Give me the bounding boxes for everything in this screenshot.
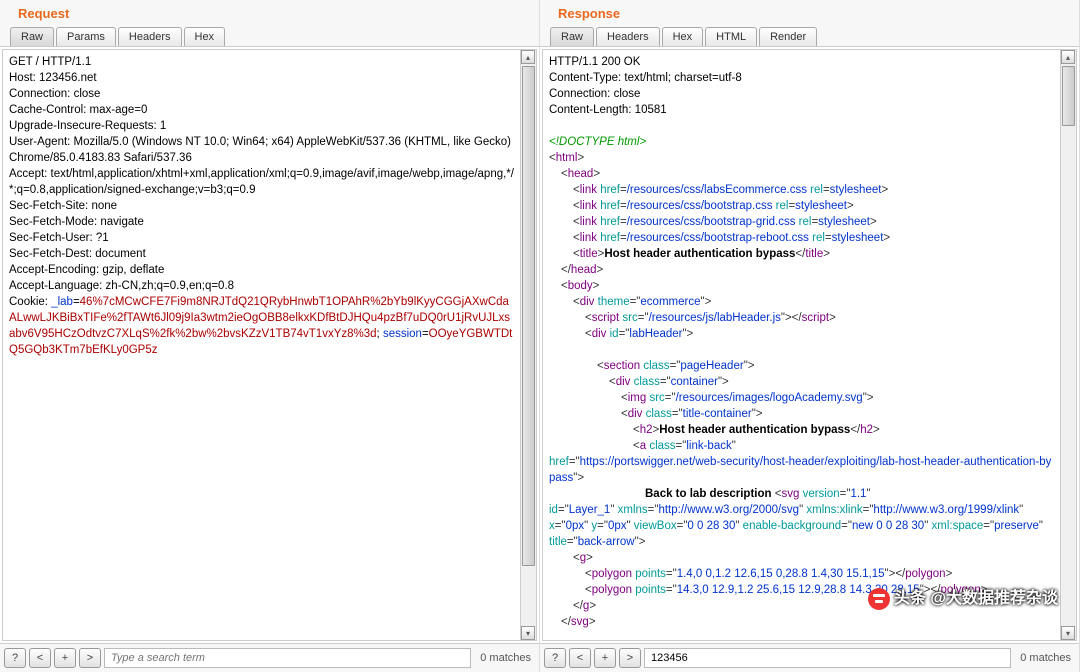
add-button[interactable]: + — [54, 648, 76, 668]
html-line: <section class="pageHeader"> — [549, 358, 1054, 374]
tab-render[interactable]: Render — [759, 27, 817, 46]
scroll-up-icon[interactable]: ▴ — [1061, 50, 1075, 64]
req-line: Cache-Control: max-age=0 — [9, 102, 514, 118]
html-line: href="https://portswigger.net/web-securi… — [549, 454, 1054, 486]
scroll-thumb[interactable] — [1062, 66, 1075, 126]
tab-headers[interactable]: Headers — [118, 27, 182, 46]
req-line: Sec-Fetch-User: ?1 — [9, 230, 514, 246]
next-button[interactable]: > — [619, 648, 641, 668]
scroll-thumb[interactable] — [522, 66, 535, 566]
prev-button[interactable]: < — [29, 648, 51, 668]
req-line: Host: 123456.net — [9, 70, 514, 86]
html-line: <div class="title-container"> — [549, 406, 1054, 422]
req-line: Sec-Fetch-Mode: navigate — [9, 214, 514, 230]
req-line: User-Agent: Mozilla/5.0 (Windows NT 10.0… — [9, 134, 514, 166]
help-button[interactable]: ? — [544, 648, 566, 668]
html-line: <link href=/resources/css/bootstrap.css … — [549, 198, 1054, 214]
req-line: Accept-Encoding: gzip, deflate — [9, 262, 514, 278]
request-title: Request — [0, 0, 539, 25]
html-line: x="0px" y="0px" viewBox="0 0 28 30" enab… — [549, 518, 1054, 534]
html-line: <div class="container"> — [549, 374, 1054, 390]
avatar-icon — [868, 588, 890, 610]
response-scrollbar[interactable]: ▴ ▾ — [1060, 50, 1076, 640]
tab-hex[interactable]: Hex — [662, 27, 704, 46]
response-tabs: Raw Headers Hex HTML Render — [540, 25, 1079, 47]
html-line: <!DOCTYPE html> — [549, 134, 1054, 150]
html-line: title="back-arrow"> — [549, 534, 1054, 550]
request-tabs: Raw Params Headers Hex — [0, 25, 539, 47]
tab-headers[interactable]: Headers — [596, 27, 660, 46]
response-panel: Response Raw Headers Hex HTML Render HTT… — [540, 0, 1080, 672]
tab-raw[interactable]: Raw — [10, 27, 54, 46]
match-count: 0 matches — [1014, 652, 1075, 664]
req-line: GET / HTTP/1.1 — [9, 54, 514, 70]
response-footer: ? < + > 0 matches — [540, 643, 1079, 672]
html-line: <h2>Host header authentication bypass</h… — [549, 422, 1054, 438]
html-line: <link href=/resources/css/bootstrap-rebo… — [549, 230, 1054, 246]
html-line: <g> — [549, 550, 1054, 566]
html-line: id="Layer_1" xmlns="http://www.w3.org/20… — [549, 502, 1054, 518]
resp-line: Content-Type: text/html; charset=utf-8 — [549, 70, 1054, 86]
req-line: Connection: close — [9, 86, 514, 102]
html-line: <div theme="ecommerce"> — [549, 294, 1054, 310]
resp-line: Connection: close — [549, 86, 1054, 102]
search-input[interactable] — [644, 648, 1011, 668]
request-body[interactable]: GET / HTTP/1.1 Host: 123456.net Connecti… — [3, 50, 520, 640]
match-count: 0 matches — [474, 652, 535, 664]
tab-params[interactable]: Params — [56, 27, 116, 46]
watermark: 头条 @大数据推荐杂谈 — [868, 584, 1058, 610]
tab-html[interactable]: HTML — [705, 27, 757, 46]
html-line: </svg> — [549, 614, 1054, 630]
resp-line: Content-Length: 10581 — [549, 102, 1054, 118]
html-line: <body> — [549, 278, 1054, 294]
html-line: <a class="link-back" — [549, 438, 1054, 454]
tab-raw[interactable]: Raw — [550, 27, 594, 46]
html-line: <html> — [549, 150, 1054, 166]
html-line: <polygon points="1.4,0 0,1.2 12.6,15 0,2… — [549, 566, 1054, 582]
html-line: </head> — [549, 262, 1054, 278]
html-line: <head> — [549, 166, 1054, 182]
req-line: Accept: text/html,application/xhtml+xml,… — [9, 166, 514, 198]
search-input[interactable] — [104, 648, 471, 668]
tab-hex[interactable]: Hex — [184, 27, 226, 46]
html-line: <img src="/resources/images/logoAcademy.… — [549, 390, 1054, 406]
req-line: Upgrade-Insecure-Requests: 1 — [9, 118, 514, 134]
html-line: <title>Host header authentication bypass… — [549, 246, 1054, 262]
request-footer: ? < + > 0 matches — [0, 643, 539, 672]
help-button[interactable]: ? — [4, 648, 26, 668]
response-title: Response — [540, 0, 1079, 25]
req-line: Sec-Fetch-Dest: document — [9, 246, 514, 262]
html-line: <link href=/resources/css/bootstrap-grid… — [549, 214, 1054, 230]
request-panel: Request Raw Params Headers Hex GET / HTT… — [0, 0, 540, 672]
html-line: Back to lab description <svg version="1.… — [549, 486, 1054, 502]
prev-button[interactable]: < — [569, 648, 591, 668]
resp-line: HTTP/1.1 200 OK — [549, 54, 1054, 70]
req-cookie: Cookie: _lab=46%7cMCwCFE7Fi9m8NRJTdQ21QR… — [9, 294, 514, 358]
scroll-down-icon[interactable]: ▾ — [1061, 626, 1075, 640]
req-line: Accept-Language: zh-CN,zh;q=0.9,en;q=0.8 — [9, 278, 514, 294]
req-line: Sec-Fetch-Site: none — [9, 198, 514, 214]
response-body[interactable]: HTTP/1.1 200 OK Content-Type: text/html;… — [543, 50, 1060, 640]
html-line: <div id="labHeader"> — [549, 326, 1054, 342]
html-line: <link href=/resources/css/labsEcommerce.… — [549, 182, 1054, 198]
scroll-up-icon[interactable]: ▴ — [521, 50, 535, 64]
scroll-down-icon[interactable]: ▾ — [521, 626, 535, 640]
html-line: <script src="/resources/js/labHeader.js"… — [549, 310, 1054, 326]
next-button[interactable]: > — [79, 648, 101, 668]
request-scrollbar[interactable]: ▴ ▾ — [520, 50, 536, 640]
add-button[interactable]: + — [594, 648, 616, 668]
